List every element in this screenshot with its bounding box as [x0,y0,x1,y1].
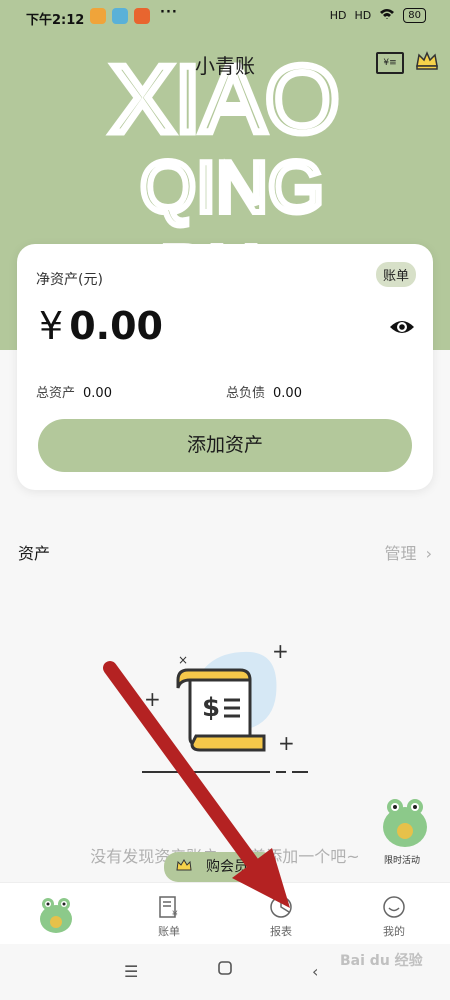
profile-icon [383,896,405,918]
bottom-tab-bar: ¥ 账单 报表 我的 [0,882,450,945]
frog-avatar-icon [40,898,72,933]
status-right: HD HD 80 [330,8,426,23]
total-assets-value: 0.00 [83,386,112,401]
ledger-icon[interactable]: ¥≡ [376,52,404,74]
promo-frog-icon[interactable] [380,795,430,849]
svg-text:+: + [278,731,295,755]
status-time: 下午2:12 [26,13,85,28]
bill-badge-button[interactable]: 账单 [375,262,416,287]
notification-icons [90,8,150,24]
total-debts-label: 总负债 [226,386,266,401]
bg-letters-line2: QING [140,148,324,228]
svg-text:+: + [272,640,289,663]
report-icon [270,896,292,918]
tab-bills[interactable]: ¥ 账单 [125,883,213,945]
tab-bills-label: 账单 [158,925,180,938]
total-debts: 总负债 0.00 [226,382,302,401]
tab-reports[interactable]: 报表 [237,883,325,945]
svg-text:¥: ¥ [172,910,178,919]
net-assets-amount: ¥0.00 [39,304,163,348]
amount-value: 0.00 [69,304,163,348]
wifi-icon [379,8,395,23]
menu-icon[interactable]: ☰ [124,962,138,981]
total-debts-value: 0.00 [273,386,302,401]
battery-icon: 80 [403,8,426,23]
crown-icon [176,859,192,871]
total-assets-label: 总资产 [36,386,76,401]
notification-app-icon [112,8,128,24]
signal-icon: HD [329,9,347,22]
promo-label: 限时活动 [384,856,421,866]
watermark: Bai du 经验 [340,953,423,969]
chevron-right-icon: › [425,544,432,563]
svg-text:$: $ [202,693,220,723]
add-asset-button[interactable]: 添加资产 [38,419,412,472]
tab-home[interactable] [12,883,100,945]
crown-icon[interactable] [414,48,440,74]
currency-symbol: ¥ [39,304,64,348]
total-assets: 总资产 0.00 [36,382,112,401]
notification-app-icon [90,8,106,24]
tab-profile-label: 我的 [383,925,405,938]
tab-profile[interactable]: 我的 [350,883,438,945]
manage-label: 管理 [384,544,417,563]
svg-text:+: + [144,687,161,711]
assets-section-title: 资产 [18,544,51,563]
signal-icon: HD [354,9,372,22]
net-assets-label: 净资产(元) [36,272,103,288]
back-icon[interactable]: ‹ [312,962,318,981]
eye-icon[interactable] [389,318,415,336]
svg-text:×: × [178,653,188,667]
home-icon[interactable] [217,960,233,980]
buy-vip-button[interactable]: 购会员 [164,852,276,882]
status-bar: 下午2:12 ··· HD HD 80 [0,0,450,34]
manage-link[interactable]: 管理 › [384,540,432,564]
buy-vip-label: 购会员 [206,859,248,875]
notification-app-icon [134,8,150,24]
empty-state-illustration: × + + + $ [140,639,310,780]
tab-reports-label: 报表 [270,925,292,938]
net-assets-card: 净资产(元) 账单 ¥0.00 总资产 0.00 总负债 0.00 添加资产 [17,244,433,490]
bill-icon: ¥ [159,896,178,919]
more-notifications-icon: ··· [160,5,178,20]
